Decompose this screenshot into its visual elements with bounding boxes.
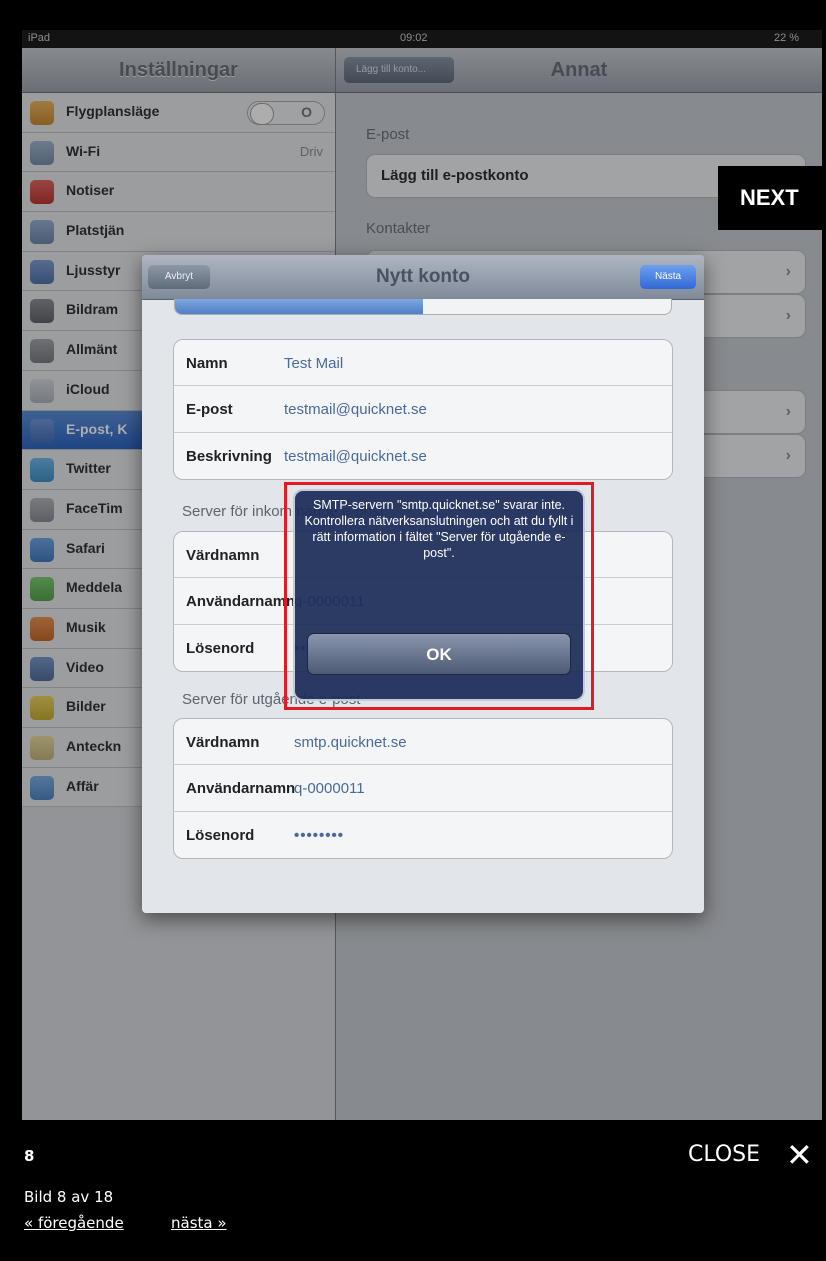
field-label: E-post: [186, 401, 233, 419]
next-button[interactable]: Nästa: [640, 265, 696, 289]
outgoing-server-group: Värdnamn smtp.quicknet.se Användarnamn q-00…: [173, 718, 673, 859]
field-value[interactable]: testmail@quicknet.se: [284, 448, 427, 465]
slide-caption: Bild 8 av 18: [24, 1188, 114, 1206]
account-row[interactable]: Namn Test Mail: [174, 340, 672, 387]
account-group: Namn Test Mail E-post testmail@quicknet.se B…: [173, 339, 673, 480]
account-row[interactable]: Beskrivning testmail@quicknet.se: [174, 433, 672, 479]
field-label: Lösenord: [186, 826, 255, 844]
outgoing-row[interactable]: Värdnamn smtp.quicknet.se: [174, 719, 672, 766]
field-label: Värdnamn: [186, 734, 260, 751]
outgoing-row[interactable]: Lösenord ••••••••: [174, 812, 672, 858]
outgoing-row[interactable]: Användarnamn q-0000011: [174, 765, 672, 812]
next-slide-button[interactable]: NEXT: [718, 166, 826, 230]
field-label: Beskrivning: [186, 447, 272, 465]
highlight-frame: SMTP-servern "smtp.quicknet.se" svarar i…: [284, 482, 594, 710]
slide-number: 8: [24, 1147, 35, 1165]
sheet-header: Nytt konto Avbryt Nästa: [142, 255, 704, 300]
field-value[interactable]: Test Mail: [284, 355, 343, 372]
field-value[interactable]: smtp.quicknet.se: [294, 734, 407, 751]
cancel-button[interactable]: Avbryt: [148, 265, 210, 289]
setup-progress-bar: [174, 299, 672, 315]
field-label: Namn: [186, 355, 228, 372]
field-label: Värdnamn: [186, 547, 260, 564]
field-value[interactable]: q-0000011: [294, 780, 365, 797]
field-value[interactable]: testmail@quicknet.se: [284, 401, 427, 418]
ipad-screenshot: iPad 09:02 22 % Inställningar Flygplansl…: [22, 30, 822, 1120]
sheet-title: Nytt konto: [376, 266, 470, 287]
smtp-error-alert: SMTP-servern "smtp.quicknet.se" svarar i…: [293, 489, 585, 701]
previous-link[interactable]: « föregående: [24, 1214, 124, 1232]
close-button[interactable]: CLOSE: [688, 1142, 760, 1167]
close-icon[interactable]: ✕: [786, 1136, 813, 1174]
next-slide-label: NEXT: [740, 185, 799, 210]
field-label: Användarnamn: [186, 593, 296, 611]
account-row[interactable]: E-post testmail@quicknet.se: [174, 386, 672, 433]
progress-fill: [175, 299, 423, 314]
field-label: Användarnamn: [186, 780, 296, 798]
ok-button[interactable]: OK: [307, 633, 571, 675]
field-value[interactable]: ••••••••: [294, 827, 344, 844]
alert-message: SMTP-servern "smtp.quicknet.se" svarar i…: [304, 498, 574, 560]
field-label: Lösenord: [186, 639, 255, 657]
next-link[interactable]: nästa »: [171, 1214, 227, 1232]
